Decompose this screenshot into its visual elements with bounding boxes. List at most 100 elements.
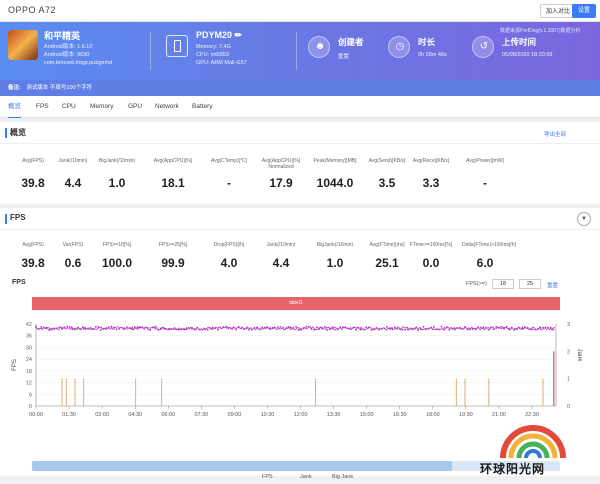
upload-time-value: 05/08/2020 18:20:59 — [502, 52, 553, 58]
tab-network[interactable]: Network — [155, 96, 179, 118]
upload-time-label: 上传时间 — [502, 37, 537, 47]
fps-point — [35, 325, 37, 328]
fps-point — [526, 327, 529, 329]
fps-point — [40, 326, 42, 328]
phone-icon — [166, 35, 188, 57]
legend-fps[interactable]: FPS — [262, 474, 273, 480]
fps-point — [329, 328, 331, 331]
fps-metric-value: 6.0 — [476, 256, 494, 270]
fps-metric-label: Var(FPS) — [62, 242, 84, 248]
overview-metric-value: 4.4 — [64, 176, 82, 190]
fps-point — [212, 328, 214, 330]
fps-point — [521, 328, 523, 330]
app-icon — [8, 30, 38, 60]
reset-link[interactable]: 重置 — [547, 281, 558, 289]
fps-metric-value: 1.0 — [326, 256, 344, 270]
fps-point — [534, 328, 536, 331]
fps-point — [89, 328, 92, 330]
overview-panel: 概览 导出全部 Avg(FPS) 39.8 Jank(/10min) 4.4 BigJa… — [0, 122, 600, 204]
settings-button[interactable]: 设置 — [572, 4, 596, 18]
overview-metric-label: Avg(Recv)[KB/s] — [412, 158, 450, 164]
fps-point — [318, 328, 321, 330]
tab-fps[interactable]: FPS — [36, 96, 49, 118]
fps-point — [277, 326, 279, 329]
fps-point — [487, 328, 490, 331]
tab-gpu[interactable]: GPU — [128, 96, 142, 118]
fps-point — [191, 328, 193, 330]
fps-point — [331, 326, 334, 329]
x-tick-label: 18:00 — [426, 412, 440, 418]
y2-tick-label: 1 — [567, 377, 570, 383]
fps-point — [154, 325, 157, 328]
fps-point — [193, 328, 196, 331]
x-tick-label: 06:00 — [161, 412, 175, 418]
fps-point — [420, 328, 422, 331]
legend-jank[interactable]: Jank — [300, 474, 312, 480]
fps-point — [539, 326, 542, 329]
fps-point — [412, 328, 414, 330]
overview-metric-value: 18.1 — [161, 176, 185, 190]
tab-overview[interactable]: 概览 — [8, 96, 21, 118]
fps-point — [113, 326, 115, 329]
clock-icon: ◷ — [388, 36, 410, 58]
x-tick-label: 00:00 — [29, 412, 43, 418]
device-title: OPPO A72 — [8, 5, 57, 15]
chart-title: FPS — [12, 279, 26, 286]
fps-point — [362, 328, 365, 331]
fps-point — [365, 326, 367, 328]
fps-point — [303, 327, 305, 329]
divider — [150, 32, 151, 70]
tab-cpu[interactable]: CPU — [62, 96, 76, 118]
scrollbar-thumb[interactable] — [32, 461, 452, 471]
y-tick-label: 24 — [26, 357, 32, 363]
fps-threshold-input-1[interactable]: 18 — [492, 279, 514, 289]
fps-metric-label: FPS>=25[%] — [158, 242, 188, 248]
fps-point — [110, 325, 113, 328]
fps-point — [505, 325, 508, 328]
export-all-link[interactable]: 导出全部 — [544, 130, 566, 138]
device-name[interactable]: PDYM20 ✏ — [196, 30, 242, 41]
fps-point — [121, 326, 123, 329]
y2-axis-label: Jank — [576, 349, 582, 363]
remark-text[interactable]: 测试版本 不填写100个字符 — [26, 85, 92, 91]
fps-point — [503, 326, 505, 329]
watermark-text: 环球阳光网 — [480, 462, 546, 476]
fps-point — [529, 328, 531, 330]
overview-metric-value: - — [483, 176, 487, 190]
fps-point — [352, 326, 354, 329]
fps-point — [105, 328, 107, 330]
fps-point — [196, 326, 198, 329]
label-band[interactable]: label1 — [32, 297, 560, 310]
tab-battery[interactable]: Battery — [192, 96, 213, 118]
add-to-compare-button[interactable]: 加入对比 — [540, 4, 577, 18]
fps-point — [108, 326, 110, 328]
fps-point — [225, 325, 227, 328]
y-tick-label: 36 — [26, 334, 32, 340]
fps-point — [295, 325, 297, 328]
fps-point — [222, 326, 224, 328]
fps-point — [100, 329, 102, 331]
duration-label: 时长 — [418, 37, 436, 47]
fps-point — [305, 325, 308, 328]
collapse-icon[interactable]: ▼ — [577, 212, 591, 226]
fps-point — [284, 327, 287, 330]
fps-point — [391, 327, 393, 330]
app-name: 和平精英 — [44, 31, 81, 41]
session-header: 和平精英 Android版本: 1.6.10 Android版本: 9630 c… — [0, 22, 600, 80]
fps-point — [71, 328, 74, 331]
legend-bigjank[interactable]: Big Jank — [332, 474, 353, 480]
fps-point — [167, 328, 170, 331]
fps-metric-label: Delta(FTime)>100ms[/h] — [462, 242, 516, 248]
divider — [296, 32, 297, 70]
tab-memory[interactable]: Memory — [90, 96, 113, 118]
fps-point — [84, 328, 87, 330]
x-tick-label: 03:00 — [95, 412, 109, 418]
overview-metric-value: 1.0 — [108, 176, 126, 190]
fps-point — [76, 326, 79, 329]
device-memory: Memory: 7.4G — [196, 44, 231, 50]
fps-point — [160, 327, 162, 330]
fps-threshold-input-2[interactable]: 25 — [519, 279, 541, 289]
fps-point — [479, 326, 482, 329]
fps-point — [134, 326, 136, 329]
fps-metric-value: 4.4 — [272, 256, 290, 270]
